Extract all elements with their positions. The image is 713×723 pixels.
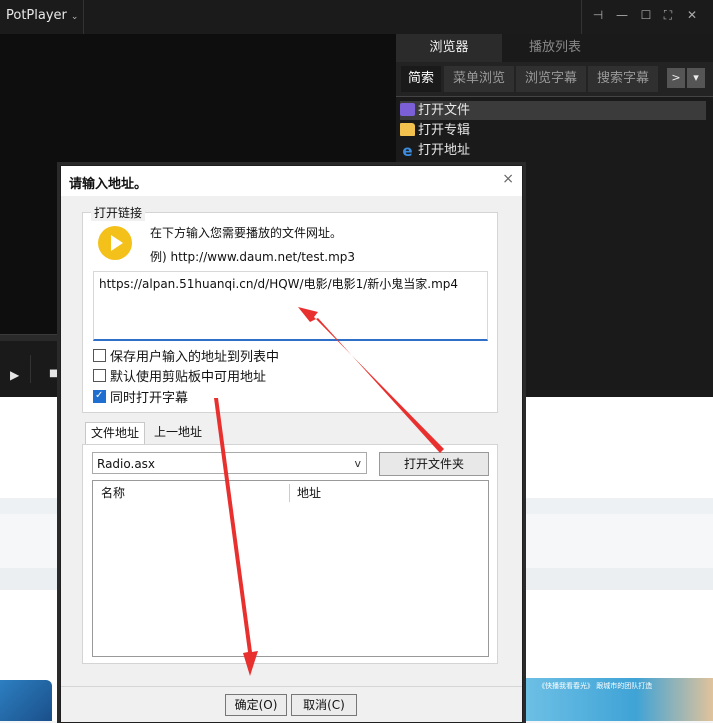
checkbox-label: 默认使用剪贴板中可用地址 xyxy=(110,370,267,385)
webpage-thumbnail[interactable]: 《快播我看春光》 跟城市的团队打造 xyxy=(520,678,713,721)
group-label: 打开链接 xyxy=(91,204,146,221)
list-item-label: 打开地址 xyxy=(418,143,471,158)
sub-tab-simple[interactable]: 简索 xyxy=(401,66,441,92)
dialog-tab-strip: 文件地址 上一地址 xyxy=(85,422,497,445)
chevron-right-icon[interactable]: > xyxy=(667,68,685,88)
select-value: Radio.asx xyxy=(97,457,156,471)
maximize-icon[interactable]: ☐ xyxy=(636,8,656,22)
checkbox[interactable] xyxy=(93,387,106,405)
sub-tab-menu-browse[interactable]: 菜单浏览 xyxy=(444,66,514,92)
cancel-button[interactable]: 取消(C) xyxy=(291,694,357,716)
chevron-down-icon: v xyxy=(354,457,361,470)
url-input[interactable]: https://alpan.51huanqi.cn/d/HQW/电影/电影1/新… xyxy=(93,271,488,341)
app-menu-button[interactable]: PotPlayer ⌄ xyxy=(6,8,78,23)
play-icon xyxy=(98,226,132,260)
checkbox[interactable] xyxy=(93,369,106,382)
tab-file-address[interactable]: 文件地址 xyxy=(85,422,146,445)
open-folder-button[interactable]: 打开文件夹 xyxy=(379,452,489,476)
ie-globe-icon: e xyxy=(402,142,413,160)
close-icon[interactable]: ✕ xyxy=(682,8,702,22)
sub-tab-browse-subtitles[interactable]: 浏览字幕 xyxy=(516,66,586,92)
potplayer-titlebar: PotPlayer ⌄ ⊣ — ☐ ⛶ ✕ xyxy=(0,0,713,35)
checkbox-label: 保存用户输入的地址到列表中 xyxy=(110,350,280,365)
minimize-icon[interactable]: — xyxy=(612,8,632,22)
dialog-titlebar[interactable]: 请输入地址。 × xyxy=(61,166,522,196)
ok-button[interactable]: 确定(O) xyxy=(225,694,287,716)
example-text: 例) http://www.daum.net/test.mp3 xyxy=(150,250,356,264)
tab-previous-address[interactable]: 上一地址 xyxy=(149,422,207,443)
instruction-text: 在下方输入您需要播放的文件网址。 xyxy=(150,226,343,240)
tab-playlist[interactable]: 播放列表 xyxy=(502,34,608,62)
open-url-dialog: 请输入地址。 × 打开链接 在下方输入您需要播放的文件网址。 例) http:/… xyxy=(60,165,523,723)
checkbox-save-address[interactable]: 保存用户输入的地址到列表中 xyxy=(93,349,279,367)
list-item-open-album[interactable]: 打开专辑 xyxy=(400,121,706,140)
column-header-address[interactable]: 地址 xyxy=(297,481,321,505)
list-item-open-url[interactable]: e 打开地址 xyxy=(400,141,706,160)
tab-browser[interactable]: 浏览器 xyxy=(396,34,502,62)
close-icon[interactable]: × xyxy=(502,171,514,187)
fullscreen-icon[interactable]: ⛶ xyxy=(658,8,678,23)
list-item-open-file[interactable]: 打开文件 xyxy=(400,101,706,120)
checkbox[interactable] xyxy=(93,349,106,362)
thumbnail-caption: 《快播我看春光》 跟城市的团队打造 xyxy=(538,682,653,690)
folder-icon xyxy=(400,123,415,136)
list-item-label: 打开文件 xyxy=(418,103,471,118)
video-file-icon xyxy=(400,103,415,116)
play-icon[interactable]: ▶ xyxy=(10,368,19,382)
divider xyxy=(83,0,84,34)
checkbox-use-clipboard[interactable]: 默认使用剪贴板中可用地址 xyxy=(93,369,266,387)
divider xyxy=(61,686,522,687)
column-header-name[interactable]: 名称 xyxy=(101,481,125,505)
divider xyxy=(30,355,31,383)
playlist-select[interactable]: Radio.asx v xyxy=(92,452,367,474)
chevron-down-icon: ⌄ xyxy=(70,12,79,22)
sub-tab-row: 简索 菜单浏览 浏览字幕 搜索字幕 > ▾ xyxy=(396,62,713,97)
open-link-group: 打开链接 在下方输入您需要播放的文件网址。 例) http://www.daum… xyxy=(82,204,498,413)
divider xyxy=(581,0,582,34)
address-list[interactable]: 名称 地址 xyxy=(92,480,489,657)
app-name: PotPlayer xyxy=(6,8,67,23)
sub-tab-search-subtitles[interactable]: 搜索字幕 xyxy=(588,66,658,92)
chevron-down-icon[interactable]: ▾ xyxy=(687,68,705,88)
pin-icon[interactable]: ⊣ xyxy=(588,8,608,22)
column-divider[interactable] xyxy=(289,484,290,502)
stop-icon[interactable]: ■ xyxy=(49,368,58,379)
list-item-label: 打开专辑 xyxy=(418,123,471,138)
dialog-title: 请输入地址。 xyxy=(69,177,148,192)
webpage-thumbnail[interactable] xyxy=(0,680,52,721)
checkbox-open-subtitles[interactable]: 同时打开字幕 xyxy=(93,387,189,408)
tab-body: Radio.asx v 打开文件夹 名称 地址 xyxy=(82,444,498,664)
checkbox-label: 同时打开字幕 xyxy=(110,391,189,406)
